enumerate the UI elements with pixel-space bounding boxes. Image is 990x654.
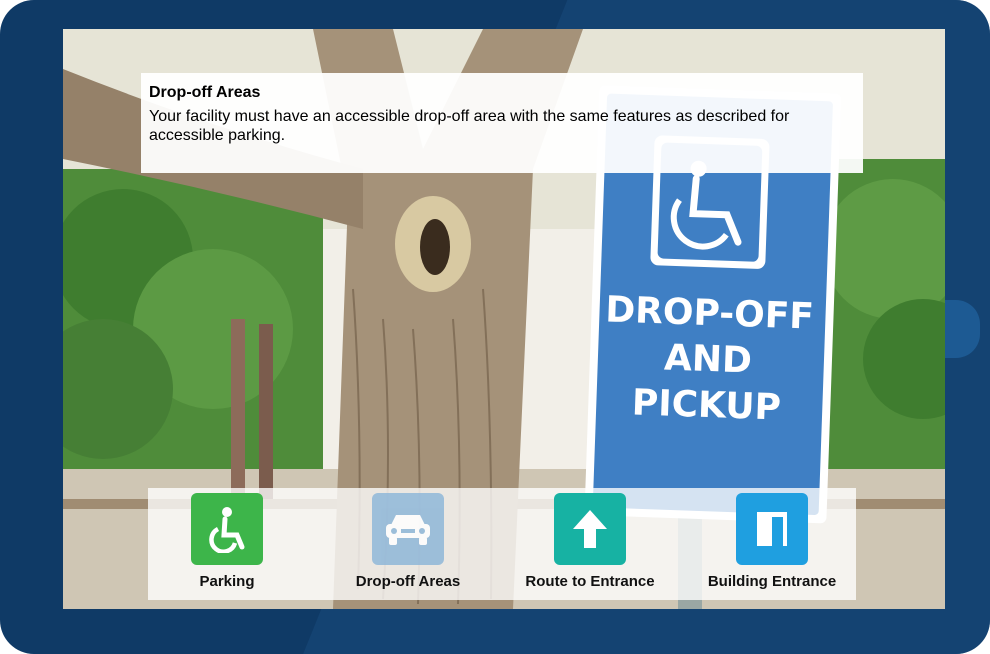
nav-label-drop-off-areas: Drop-off Areas	[355, 573, 461, 590]
bottom-nav: Parking Drop-off Areas Route to Entrance…	[148, 488, 856, 600]
sign-line-1: DROP-OFF	[604, 289, 815, 338]
info-panel: Drop-off Areas Your facility must have a…	[141, 73, 863, 173]
nav-label-route-to-entrance: Route to Entrance	[525, 573, 655, 590]
sign-line-3: PICKUP	[631, 382, 782, 429]
info-title: Drop-off Areas	[149, 84, 261, 101]
sign-line-2: AND	[663, 337, 753, 382]
tablet-home-button[interactable]	[944, 300, 980, 358]
nav-item-drop-off-areas[interactable]: Drop-off Areas	[323, 493, 493, 595]
nav-item-building-entrance[interactable]: Building Entrance	[687, 493, 857, 595]
nav-label-parking: Parking	[199, 573, 255, 590]
nav-label-building-entrance: Building Entrance	[707, 573, 837, 590]
arrow-up-icon	[554, 493, 626, 565]
door-icon	[736, 493, 808, 565]
info-body: Your facility must have an accessible dr…	[149, 108, 790, 144]
wheelchair-icon	[191, 493, 263, 565]
nav-item-route-to-entrance[interactable]: Route to Entrance	[505, 493, 675, 595]
tablet-frame: DROP-OFF AND PICKUP Drop-off Areas Your …	[0, 0, 990, 654]
sign-text: DROP-OFF AND PICKUP	[591, 287, 826, 433]
nav-item-parking[interactable]: Parking	[142, 493, 312, 595]
car-icon	[372, 493, 444, 565]
